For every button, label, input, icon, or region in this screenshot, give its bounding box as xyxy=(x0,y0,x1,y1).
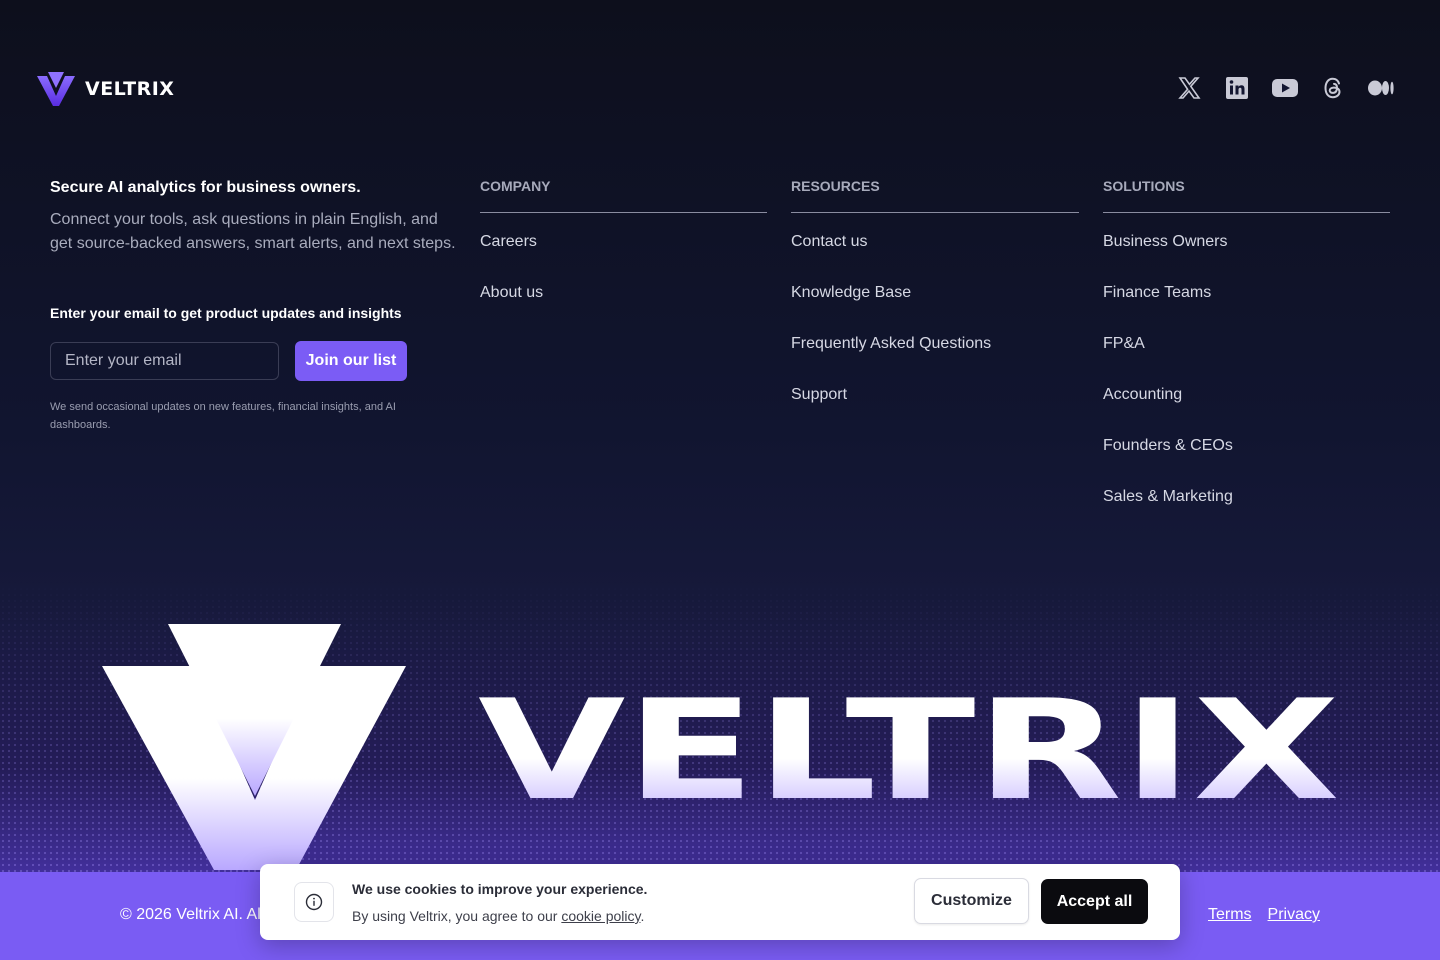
link-sales-marketing[interactable]: Sales & Marketing xyxy=(1103,486,1390,537)
intro-section: Secure AI analytics for business owners.… xyxy=(50,178,460,256)
customize-button[interactable]: Customize xyxy=(914,878,1029,924)
privacy-link[interactable]: Privacy xyxy=(1268,906,1320,924)
join-list-button[interactable]: Join our list xyxy=(295,341,407,381)
solutions-column: SOLUTIONS Business Owners Finance Teams … xyxy=(1103,178,1390,537)
link-fpa[interactable]: FP&A xyxy=(1103,333,1390,384)
cookie-title: We use cookies to improve your experienc… xyxy=(352,881,648,897)
big-wordmark-logo: VELTRIX xyxy=(102,624,1340,870)
terms-link[interactable]: Terms xyxy=(1208,906,1252,924)
column-heading-company: COMPANY xyxy=(480,178,767,213)
brand-name: VELTRIX xyxy=(85,78,175,100)
threads-icon[interactable] xyxy=(1320,74,1346,102)
resources-column: RESOURCES Contact us Knowledge Base Freq… xyxy=(791,178,1079,435)
newsletter-label: Enter your email to get product updates … xyxy=(50,305,402,321)
link-support[interactable]: Support xyxy=(791,384,1079,435)
x-icon[interactable] xyxy=(1176,74,1202,102)
cookie-text-before: By using Veltrix, you agree to our xyxy=(352,908,562,924)
accept-all-button[interactable]: Accept all xyxy=(1041,879,1148,924)
header-logo[interactable]: VELTRIX xyxy=(37,72,174,106)
link-about-us[interactable]: About us xyxy=(480,282,767,333)
link-finance-teams[interactable]: Finance Teams xyxy=(1103,282,1390,333)
cookie-text-after: . xyxy=(640,908,645,924)
link-business-owners[interactable]: Business Owners xyxy=(1103,231,1390,282)
intro-title: Secure AI analytics for business owners. xyxy=(50,179,361,196)
company-column: COMPANY Careers About us xyxy=(480,178,767,333)
intro-description: Connect your tools, ask questions in pla… xyxy=(50,211,456,252)
link-founders-ceos[interactable]: Founders & CEOs xyxy=(1103,435,1390,486)
column-heading-resources: RESOURCES xyxy=(791,178,1079,213)
linkedin-icon[interactable] xyxy=(1224,74,1250,102)
email-input[interactable] xyxy=(50,342,279,380)
column-heading-solutions: SOLUTIONS xyxy=(1103,178,1390,213)
social-links xyxy=(1176,74,1394,102)
link-faq[interactable]: Frequently Asked Questions xyxy=(791,333,1079,384)
big-wordmark-text: VELTRIX xyxy=(478,670,1340,831)
copyright-text: © 2026 Veltrix AI. All xyxy=(120,906,265,923)
big-v-mark-icon xyxy=(102,624,406,870)
link-careers[interactable]: Careers xyxy=(480,231,767,282)
youtube-icon[interactable] xyxy=(1272,74,1298,102)
link-knowledge-base[interactable]: Knowledge Base xyxy=(791,282,1079,333)
link-accounting[interactable]: Accounting xyxy=(1103,384,1390,435)
medium-icon[interactable] xyxy=(1368,74,1394,102)
link-contact-us[interactable]: Contact us xyxy=(791,231,1079,282)
cookie-text: By using Veltrix, you agree to our cooki… xyxy=(352,908,644,924)
cookie-banner: We use cookies to improve your experienc… xyxy=(260,864,1180,940)
newsletter-note: We send occasional updates on new featur… xyxy=(50,401,396,431)
info-icon xyxy=(294,882,334,922)
legal-links: Terms Privacy xyxy=(1208,906,1320,924)
cookie-policy-link[interactable]: cookie policy xyxy=(561,908,640,924)
veltrix-v-logo-icon xyxy=(37,72,75,106)
